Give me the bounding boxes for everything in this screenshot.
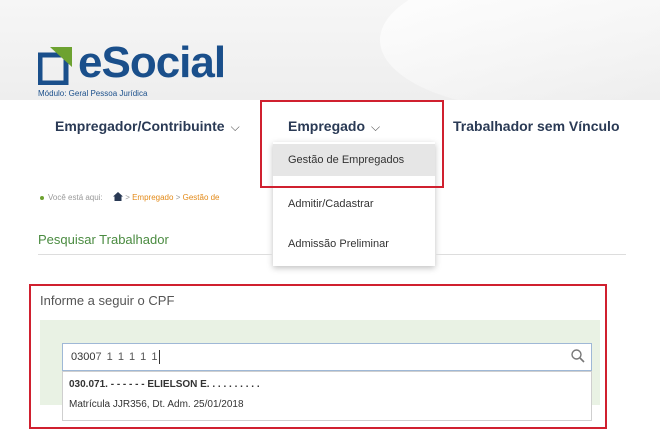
section-divider: [436, 254, 626, 255]
logo-mark-icon: [38, 47, 72, 85]
cpf-input-value: 0300: [71, 351, 96, 363]
cpf-suggestion-item[interactable]: 030.071. - - - - - - ELIELSON E. . . . .…: [62, 371, 592, 421]
nav-empregador-label: Empregador/Contribuinte: [55, 118, 225, 134]
menu-item-gestao-empregados[interactable]: Gestão de Empregados: [273, 144, 435, 176]
chevron-down-icon: ⌵: [230, 120, 240, 134]
suggestion-details: Matrícula JJR356, Dt. Adm. 25/01/2018: [69, 399, 244, 410]
header-decoration: [380, 0, 660, 100]
breadcrumb-sep-1: >: [125, 193, 130, 202]
nav-empregado[interactable]: Empregado ⌵: [288, 118, 380, 135]
text-caret: [159, 350, 161, 365]
breadcrumb-item-empregado[interactable]: Empregado: [132, 193, 173, 202]
menu-item-admitir-cadastrar[interactable]: Admitir/Cadastrar: [273, 188, 435, 220]
logo-text: eSocial: [78, 38, 226, 87]
suggestion-name: 030.071. - - - - - - ELIELSON E. . . . .…: [69, 379, 260, 390]
menu-item-admissao-preliminar[interactable]: Admissão Preliminar: [273, 228, 435, 260]
breadcrumb-sep-2: >: [175, 193, 181, 202]
breadcrumb-item-gestao[interactable]: Gestão de: [183, 193, 220, 202]
empregado-dropdown-menu: Gestão de Empregados Admitir/Cadastrar A…: [273, 142, 435, 266]
section-divider: [38, 254, 272, 255]
module-label: Módulo: Geral Pessoa Jurídica: [38, 89, 148, 98]
breadcrumb: Você está aqui: > Empregado > Gestão de: [40, 192, 272, 202]
search-icon[interactable]: [571, 349, 585, 363]
section-title: Pesquisar Trabalhador: [38, 232, 169, 247]
breadcrumb-prefix: Você está aqui:: [48, 193, 103, 202]
home-icon[interactable]: [112, 192, 123, 201]
nav-trabalhador-sem-vinculo[interactable]: Trabalhador sem Vínculo: [453, 118, 620, 134]
cpf-search-input[interactable]: 03007 1 1 1 1 1: [62, 343, 592, 371]
chevron-down-icon: ⌵: [371, 120, 381, 134]
nav-trabalhador-label: Trabalhador sem Vínculo: [453, 118, 620, 134]
nav-empregador[interactable]: Empregador/Contribuinte ⌵: [55, 118, 240, 135]
cpf-input-obscured: 7 1 1 1 1 1: [95, 351, 159, 363]
cpf-label: Informe a seguir o CPF: [40, 293, 175, 308]
nav-empregado-label: Empregado: [288, 118, 366, 134]
bullet-icon: [40, 195, 44, 200]
